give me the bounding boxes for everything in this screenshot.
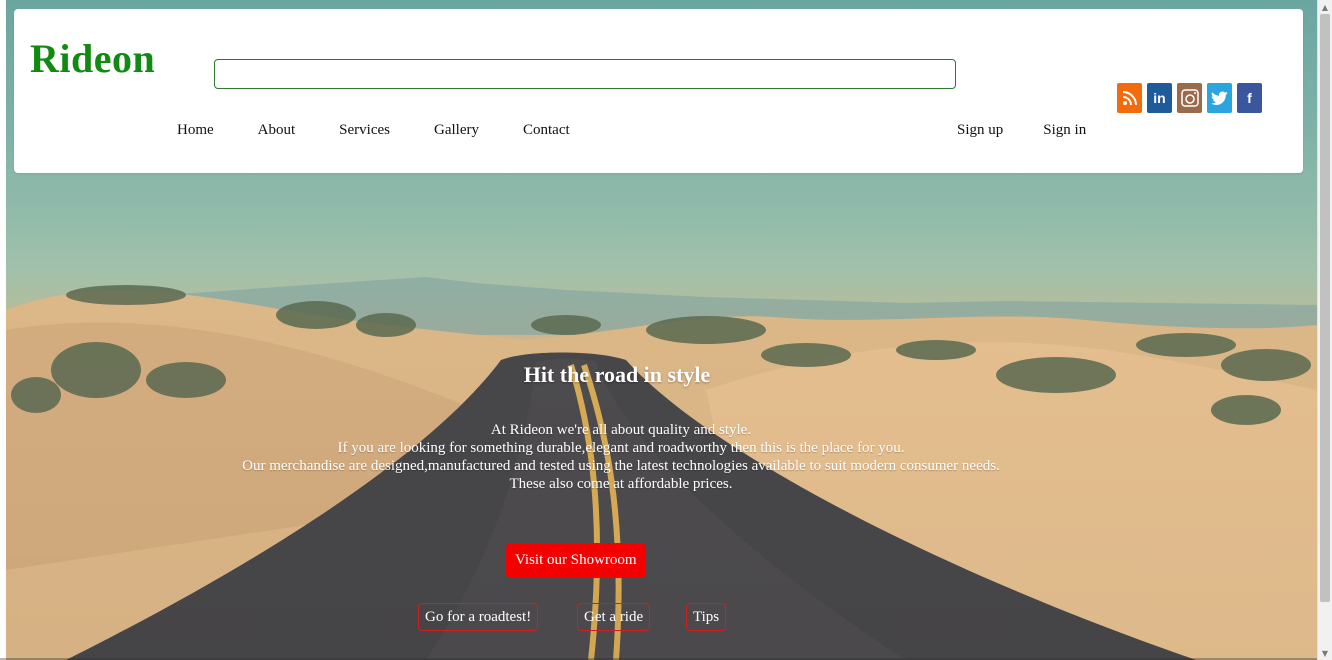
hero-description: At Rideon we're all about quality and st… — [0, 421, 1242, 493]
hero-line-1: At Rideon we're all about quality and st… — [490, 422, 752, 438]
scroll-down-arrow-icon[interactable]: ▼ — [1318, 646, 1332, 660]
hero-line-2: If you are looking for something durable… — [337, 440, 905, 456]
auth-nav: Sign up Sign in — [957, 122, 1126, 139]
roadtest-button[interactable]: Go for a roadtest! — [418, 603, 539, 631]
sign-in-link[interactable]: Sign in — [1043, 122, 1086, 139]
hero-line-4: These also come at affordable prices. — [509, 476, 733, 492]
twitter-glyph — [1210, 91, 1228, 105]
twitter-icon[interactable] — [1207, 83, 1232, 113]
facebook-icon[interactable]: f — [1237, 83, 1262, 113]
tips-button[interactable]: Tips — [686, 603, 727, 631]
nav-item-home[interactable]: Home — [177, 122, 214, 139]
instagram-glyph — [1180, 89, 1199, 107]
nav-item-about[interactable]: About — [258, 122, 296, 139]
page-viewport: Rideon Home About Services Gallery Conta… — [0, 0, 1317, 660]
hero-title: Hit the road in style — [523, 362, 711, 387]
brand-logo-text[interactable]: Rideon — [30, 39, 155, 79]
visit-showroom-button[interactable]: Visit our Showroom — [506, 543, 646, 578]
search-input[interactable] — [214, 59, 956, 89]
sign-up-link[interactable]: Sign up — [957, 122, 1003, 139]
scroll-up-arrow-icon[interactable]: ▲ — [1318, 0, 1332, 14]
nav-item-services[interactable]: Services — [339, 122, 390, 139]
rss-glyph — [1122, 91, 1137, 106]
main-nav: Home About Services Gallery Contact — [177, 122, 614, 139]
nav-item-contact[interactable]: Contact — [523, 122, 570, 139]
scrollbar-thumb[interactable] — [1320, 14, 1330, 602]
hero-line-3: Our merchandise are designed,manufacture… — [242, 458, 1000, 474]
vertical-scrollbar[interactable]: ▲ ▼ — [1317, 0, 1332, 660]
nav-item-gallery[interactable]: Gallery — [434, 122, 479, 139]
get-a-ride-button[interactable]: Get a ride — [577, 603, 651, 631]
instagram-icon[interactable] — [1177, 83, 1202, 113]
site-header: Rideon Home About Services Gallery Conta… — [14, 9, 1303, 173]
rss-icon[interactable] — [1117, 83, 1142, 113]
linkedin-icon[interactable]: in — [1147, 83, 1172, 113]
social-icons: in f — [1117, 83, 1262, 113]
